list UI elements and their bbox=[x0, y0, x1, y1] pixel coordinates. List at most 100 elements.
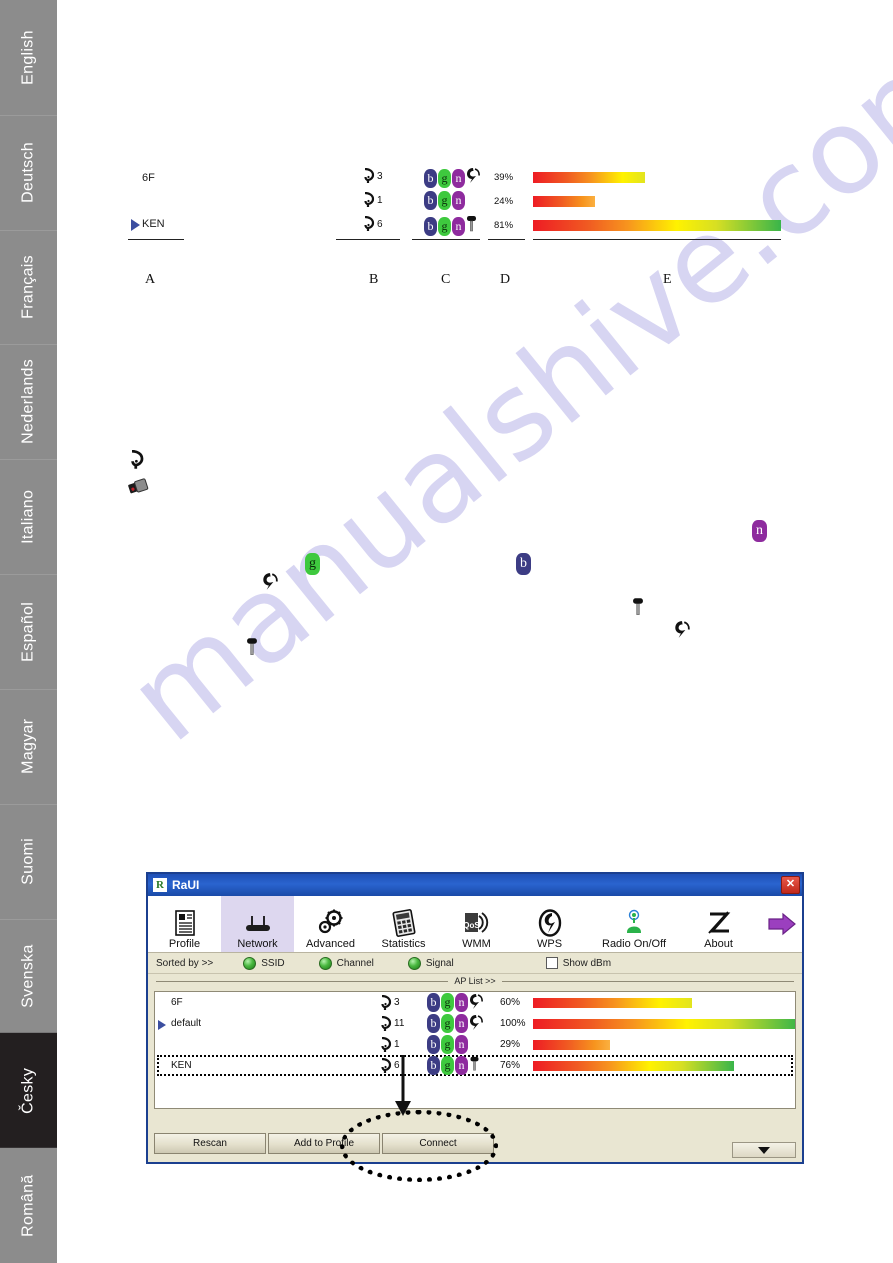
sidebar-divider bbox=[0, 803, 57, 805]
badge-b-icon: b bbox=[427, 1056, 440, 1075]
tab-network[interactable]: Network bbox=[221, 896, 294, 952]
callout-diagram: 6F KEN 3 1 6 b g n b g n b g n 39% 24% 8… bbox=[0, 0, 893, 310]
radio-icon[interactable] bbox=[318, 956, 332, 970]
tab-label: WMM bbox=[462, 938, 491, 950]
badge-b-icon: b bbox=[427, 1014, 440, 1033]
sidebar-item-label: Magyar bbox=[19, 718, 37, 774]
diagram-channel-number: 1 bbox=[377, 194, 383, 206]
sort-option-label: Signal bbox=[425, 957, 454, 969]
tab-radio-onoff[interactable]: Radio On/Off bbox=[586, 896, 682, 952]
badge-n-icon: n bbox=[455, 1014, 468, 1033]
diagram-badges-row-2: b g n bbox=[424, 191, 465, 210]
table-row[interactable]: 6F 3 b g n 60% bbox=[155, 992, 795, 1013]
diagram-letter-d: D bbox=[500, 272, 511, 287]
badge-g-icon: g bbox=[438, 217, 451, 236]
next-page-button[interactable] bbox=[767, 896, 802, 952]
ap-list-header: AP List >> bbox=[148, 974, 802, 988]
radio-icon[interactable] bbox=[407, 956, 421, 970]
sidebar-item-nederlands[interactable]: Nederlands bbox=[0, 344, 57, 459]
ap-ssid: KEN bbox=[171, 1060, 192, 1071]
sort-option-signal[interactable]: Signal bbox=[407, 956, 454, 970]
tab-wps[interactable]: WPS bbox=[513, 896, 586, 952]
ap-signal-bar bbox=[533, 1060, 735, 1071]
checkbox-icon[interactable] bbox=[545, 957, 558, 969]
show-dbm-label: Show dBm bbox=[562, 957, 612, 969]
close-icon[interactable]: ✕ bbox=[781, 876, 800, 894]
badge-g-icon: g bbox=[441, 1056, 454, 1075]
diagram-badges-row-3: b g n bbox=[424, 215, 477, 238]
tab-statistics[interactable]: Statistics bbox=[367, 896, 440, 952]
table-row[interactable]: KEN 6 b g n 76% bbox=[155, 1055, 795, 1076]
radio-icon[interactable] bbox=[243, 956, 257, 970]
tab-advanced[interactable]: Advanced bbox=[294, 896, 367, 952]
ap-signal-percent: 60% bbox=[500, 997, 521, 1008]
table-row[interactable]: default 11 b g n 100% bbox=[155, 1013, 795, 1034]
ap-signal-percent: 29% bbox=[500, 1039, 521, 1050]
badge-b-icon: b bbox=[424, 168, 437, 188]
key-icon bbox=[469, 1056, 480, 1075]
diagram-percent-3: 81% bbox=[494, 220, 514, 231]
badge-g-icon: g bbox=[438, 191, 451, 210]
sidebar-item-label: Svenska bbox=[19, 944, 37, 1008]
wps-icon bbox=[262, 572, 278, 596]
diagram-letter-c: C bbox=[441, 272, 451, 287]
wps-icon bbox=[469, 1014, 483, 1034]
sidebar-item-italiano[interactable]: Italiano bbox=[0, 459, 57, 574]
badge-n-icon: n bbox=[452, 168, 465, 188]
badge-n-icon: n bbox=[752, 520, 767, 542]
network-icon bbox=[243, 908, 273, 938]
sidebar-item-suomi[interactable]: Suomi bbox=[0, 804, 57, 919]
diagram-rule-d bbox=[488, 239, 525, 240]
ap-signal-bar bbox=[533, 1039, 610, 1050]
radio-onoff-icon bbox=[622, 908, 646, 938]
profile-icon bbox=[172, 908, 198, 938]
badge-n-icon: n bbox=[455, 1056, 468, 1075]
scroll-down-button[interactable] bbox=[732, 1142, 796, 1158]
sort-option-channel[interactable]: Channel bbox=[318, 956, 374, 970]
sidebar-item-espaol[interactable]: Español bbox=[0, 574, 57, 689]
ap-channel-number: 1 bbox=[394, 1039, 400, 1050]
diagram-rule-e bbox=[533, 239, 781, 240]
sidebar-divider bbox=[0, 459, 57, 461]
sidebar-item-svenska[interactable]: Svenska bbox=[0, 919, 57, 1034]
window-title-bar: R RaUI ✕ bbox=[148, 874, 802, 896]
ap-badges: b g n bbox=[427, 993, 483, 1013]
tab-profile[interactable]: Profile bbox=[148, 896, 221, 952]
ap-list-label: AP List >> bbox=[448, 976, 502, 986]
tab-about[interactable]: About bbox=[682, 896, 755, 952]
window-title: RaUI bbox=[172, 878, 200, 892]
sidebar-item-romn[interactable]: Română bbox=[0, 1148, 57, 1263]
sidebar-item-magyar[interactable]: Magyar bbox=[0, 689, 57, 804]
antenna-channel-icon bbox=[362, 167, 376, 184]
sidebar-item-label: Česky bbox=[19, 1067, 37, 1114]
sort-option-ssid[interactable]: SSID bbox=[243, 956, 285, 970]
ap-ssid: default bbox=[171, 1018, 202, 1029]
badge-b-icon: b bbox=[427, 1035, 440, 1054]
rescan-button[interactable]: Rescan bbox=[154, 1133, 266, 1154]
sidebar-item-esky[interactable]: Česky bbox=[0, 1033, 57, 1149]
ap-ssid: 6F bbox=[171, 997, 183, 1008]
callout-arrow-icon bbox=[395, 1055, 411, 1116]
sort-option-label: SSID bbox=[261, 957, 285, 969]
badge-b-icon: b bbox=[516, 553, 531, 575]
ap-list[interactable]: 6F 3 b g n 60% default 11 b g n 100% 1 b… bbox=[154, 991, 796, 1109]
sidebar-item-label: Nederlands bbox=[19, 359, 37, 445]
table-row[interactable]: 1 b g n 29% bbox=[155, 1034, 795, 1055]
tab-label: About bbox=[704, 938, 733, 950]
tab-label: Network bbox=[237, 938, 278, 950]
sidebar-item-label: Română bbox=[19, 1174, 37, 1237]
diagram-rule-b bbox=[336, 239, 400, 240]
tab-wmm[interactable]: QoS WMM bbox=[440, 896, 513, 952]
diagram-signal-bar-1 bbox=[533, 172, 645, 183]
diagram-percent-2: 24% bbox=[494, 196, 514, 207]
diagram-letter-b: B bbox=[369, 272, 379, 287]
antenna-channel-icon bbox=[128, 449, 146, 475]
tab-label: Advanced bbox=[306, 938, 355, 950]
wmm-icon: QoS bbox=[463, 908, 491, 938]
badge-n-icon: n bbox=[452, 217, 465, 236]
key-icon bbox=[246, 637, 258, 662]
show-dbm-checkbox[interactable]: Show dBm bbox=[545, 957, 612, 969]
watermark: manualshive.com bbox=[103, 4, 893, 900]
about-icon bbox=[704, 908, 734, 938]
diagram-signal-bar-3 bbox=[533, 220, 781, 231]
